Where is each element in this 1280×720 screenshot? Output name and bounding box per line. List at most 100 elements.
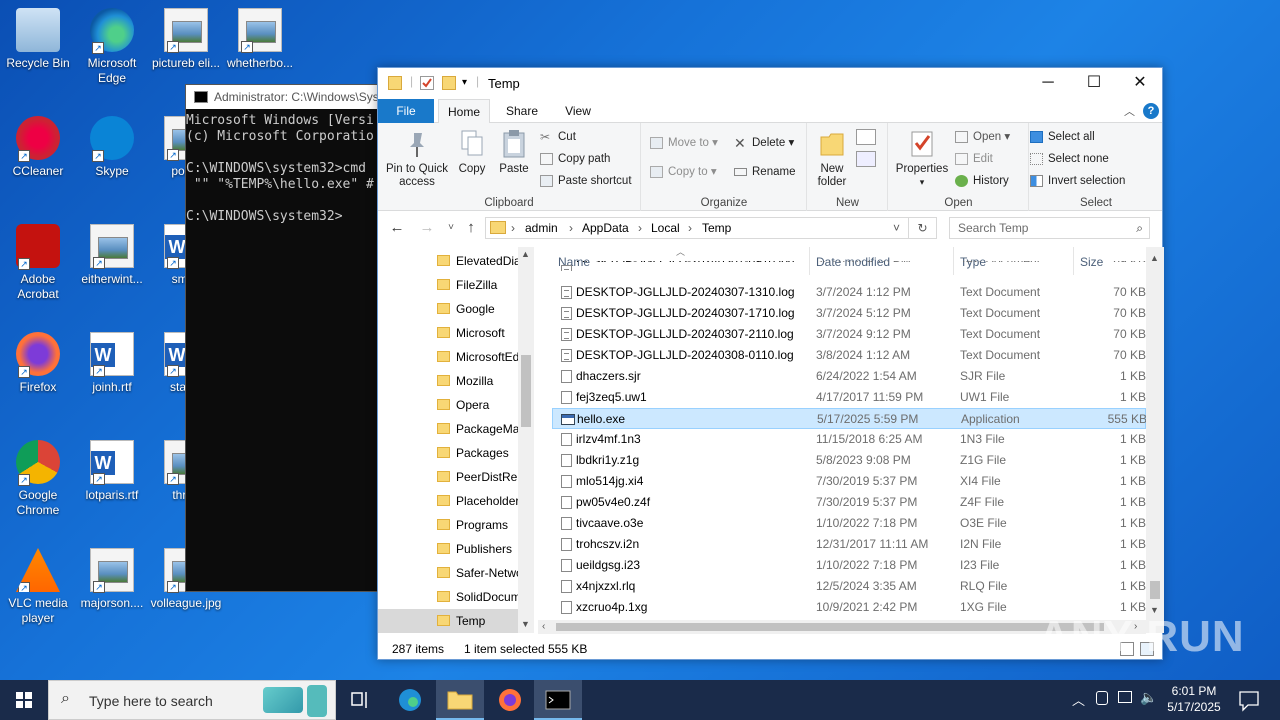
nav-folder-item[interactable]: Temp	[436, 609, 518, 633]
nav-folder-item[interactable]: Safer-Netwo	[436, 561, 518, 585]
file-row[interactable]: irlzv4mf.1n3 11/15/2018 6:25 AM 1N3 File 1 …	[552, 429, 1146, 450]
show-hidden-icons-icon[interactable]: ︿	[1072, 690, 1085, 709]
nav-scroll-thumb[interactable]	[521, 355, 531, 427]
file-row[interactable]: pw05v4e0.z4f 7/30/2019 5:37 PM Z4F File 1 K…	[552, 492, 1146, 513]
cmd-window[interactable]: Administrator: C:\Windows\Sys Microsoft …	[185, 84, 385, 592]
select-all-button[interactable]: Select all	[1030, 129, 1095, 145]
file-row[interactable]: DESKTOP-JGLLJLD-20240307-1310.log 3/7/202…	[552, 282, 1146, 303]
nav-scrollbar[interactable]: ▲ ▼	[518, 247, 534, 633]
volume-icon[interactable]: 🔈	[1140, 689, 1157, 706]
customize-quick-access-icon[interactable]: ▾	[462, 76, 476, 90]
cut-button[interactable]: ✂ Cut	[540, 129, 576, 145]
nav-folder-item[interactable]: MicrosoftEd	[436, 345, 518, 369]
nav-folder-item[interactable]: SolidDocum	[436, 585, 518, 609]
file-row[interactable]: tivcaave.o3e 1/10/2022 7:18 PM O3E File 1 K…	[552, 513, 1146, 534]
delete-button[interactable]: ✕ Delete ▾	[734, 135, 794, 151]
search-input[interactable]: Search Temp ⌕	[949, 217, 1150, 239]
edit-button[interactable]: Edit	[955, 151, 993, 167]
file-row[interactable]: DESKTOP-JGLLJLD-20240307-2110.log 3/7/202…	[552, 324, 1146, 345]
explorer-taskbar-button[interactable]	[436, 680, 484, 720]
nav-folder-item[interactable]: PackageMa	[436, 417, 518, 441]
scroll-up-icon[interactable]: ▲	[521, 249, 530, 259]
breadcrumb-appdata[interactable]: AppData	[582, 218, 629, 238]
firefox-taskbar-button[interactable]	[486, 680, 534, 720]
copy-button[interactable]: Copy	[454, 129, 490, 176]
nav-folder-item[interactable]: Programs	[436, 513, 518, 537]
properties-button[interactable]: Properties ▾	[893, 129, 951, 189]
desktop-icon[interactable]: ↗ Microsoft Edge	[74, 8, 150, 86]
tab-share[interactable]: Share	[498, 99, 546, 123]
back-button[interactable]: ←	[388, 219, 406, 237]
scroll-left-icon[interactable]: ‹	[542, 620, 545, 634]
security-icon[interactable]	[1096, 691, 1108, 705]
file-row[interactable]: DESKTOP-JGLLJLD-20240307-0910.log 3/7/202…	[552, 261, 1146, 271]
paste-button[interactable]: Paste	[496, 129, 532, 176]
close-button[interactable]: ✕	[1117, 68, 1163, 98]
network-icon[interactable]	[1118, 691, 1132, 703]
address-bar[interactable]: › admin › AppData › Local › Temp ˅ ↻	[485, 217, 937, 239]
desktop-icon[interactable]: ↗ Google Chrome	[0, 440, 76, 518]
breadcrumb-temp[interactable]: Temp	[702, 218, 731, 238]
new-folder-quick-icon[interactable]	[442, 76, 456, 90]
nav-folder-item[interactable]: Mozilla	[436, 369, 518, 393]
breadcrumb-admin[interactable]: admin	[525, 218, 558, 238]
clock[interactable]: 6:01 PM 5/17/2025	[1158, 683, 1230, 715]
navigation-pane[interactable]: ElevatedDia FileZilla Google Microsoft Micro…	[378, 247, 534, 633]
select-none-button[interactable]: Select none	[1030, 151, 1109, 167]
maximize-button[interactable]: ☐	[1071, 68, 1117, 98]
file-row[interactable]: mlo514jg.xi4 7/30/2019 5:37 PM XI4 File 1 K…	[552, 471, 1146, 492]
task-view-button[interactable]	[336, 680, 384, 720]
file-list[interactable]: Name ︿ Date modified Type Size DESKTOP-J…	[538, 247, 1164, 633]
refresh-icon[interactable]: ↻	[908, 218, 936, 238]
file-scroll-thumb[interactable]	[1150, 581, 1160, 599]
desktop-icon[interactable]: ↗ VLC media player	[0, 548, 76, 626]
nav-folder-item[interactable]: PeerDistRep	[436, 465, 518, 489]
move-to-button[interactable]: Move to ▾	[650, 135, 718, 151]
start-button[interactable]	[0, 680, 48, 720]
minimize-button[interactable]: ─	[1025, 68, 1071, 98]
file-row[interactable]: DESKTOP-JGLLJLD-20240307-1710.log 3/7/202…	[552, 303, 1146, 324]
breadcrumb-local[interactable]: Local	[651, 218, 680, 238]
file-row[interactable]: DESKTOP-JGLLJLD-20240308-0110.log 3/8/202…	[552, 345, 1146, 366]
help-icon[interactable]: ?	[1143, 103, 1159, 119]
tab-view[interactable]: View	[554, 99, 602, 123]
new-item-icon[interactable]	[856, 129, 876, 145]
cmd-taskbar-button[interactable]	[534, 680, 582, 720]
edge-taskbar-button[interactable]	[386, 680, 434, 720]
recent-locations-button[interactable]: ˅	[442, 219, 460, 237]
nav-folder-item[interactable]: Google	[436, 297, 518, 321]
desktop-icon[interactable]: ↗ eitherwint...	[74, 224, 150, 287]
cmd-output[interactable]: Microsoft Windows [Versi (c) Microsoft C…	[186, 109, 384, 225]
file-row[interactable]: ueildgsg.i23 1/10/2022 7:18 PM I23 File 1 K…	[552, 555, 1146, 576]
invert-selection-button[interactable]: Invert selection	[1030, 173, 1125, 189]
pin-quick-access-button[interactable]: Pin to Quick access	[382, 129, 452, 189]
desktop-icon[interactable]: ↗ Adobe Acrobat	[0, 224, 76, 302]
desktop-icon[interactable]: ↗ CCleaner	[0, 116, 76, 179]
desktop-icon[interactable]: Recycle Bin	[0, 8, 76, 71]
history-button[interactable]: History	[955, 173, 1009, 189]
desktop-icon[interactable]: ↗ majorson....	[74, 548, 150, 611]
chevron-down-icon[interactable]: ˅	[893, 218, 900, 238]
properties-quick-icon[interactable]	[420, 76, 434, 90]
cmd-titlebar[interactable]: Administrator: C:\Windows\Sys	[186, 85, 384, 109]
open-button[interactable]: Open ▾	[955, 129, 1010, 145]
desktop-icon[interactable]: ↗ lotparis.rtf	[74, 440, 150, 503]
file-row[interactable]: dhaczers.sjr 6/24/2022 1:54 AM SJR File 1 K…	[552, 366, 1146, 387]
collapse-ribbon-icon[interactable]: ︿	[1124, 103, 1135, 119]
scroll-down-icon[interactable]: ▼	[521, 619, 530, 629]
forward-button[interactable]: →	[418, 219, 436, 237]
desktop-icon[interactable]: ↗ whetherbo...	[222, 8, 298, 71]
file-row[interactable]: lbdkri1y.z1g 5/8/2023 9:08 PM Z1G File 1 KB	[552, 450, 1146, 471]
horizontal-scroll-thumb[interactable]	[556, 623, 1104, 631]
file-row[interactable]: fej3zeq5.uw1 4/17/2017 11:59 PM UW1 File 1 …	[552, 387, 1146, 408]
taskbar-search[interactable]: ⌕ Type here to search	[48, 680, 336, 720]
desktop-icon[interactable]: ↗ pictureb eli...	[148, 8, 224, 71]
file-row[interactable]: trohcszv.i2n 12/31/2017 11:11 AM I2N File 1…	[552, 534, 1146, 555]
rename-button[interactable]: Rename	[734, 164, 795, 180]
file-row[interactable]: x4njxzxl.rlq 12/5/2024 3:35 AM RLQ File 1 K…	[552, 576, 1146, 597]
up-button[interactable]: ↑	[462, 219, 480, 237]
explorer-window[interactable]: | ▾ | Temp ─ ☐ ✕ File Home Share View ︿ …	[377, 67, 1164, 660]
nav-folder-item[interactable]: Packages	[436, 441, 518, 465]
nav-folder-item[interactable]: Opera	[436, 393, 518, 417]
tab-file[interactable]: File	[378, 99, 434, 123]
